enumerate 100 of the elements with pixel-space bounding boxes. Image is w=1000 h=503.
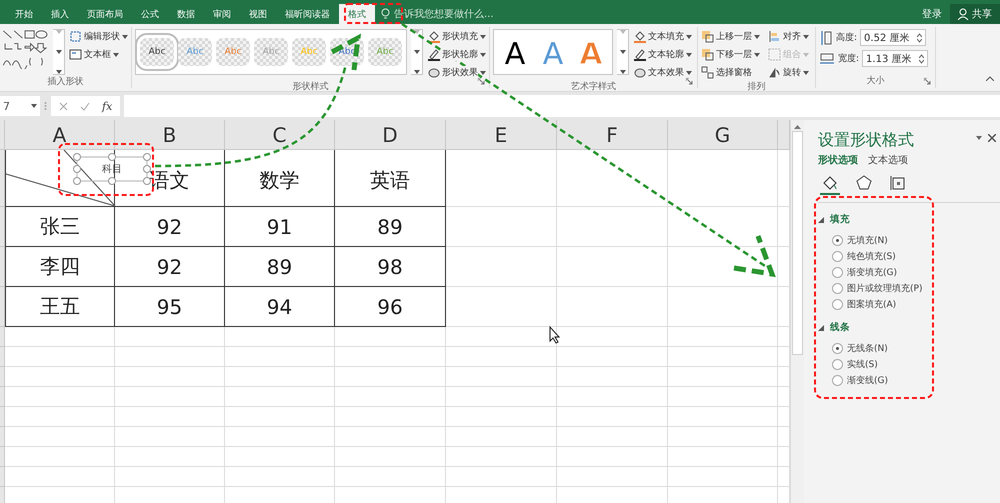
empty-cell[interactable]: [115, 347, 225, 367]
empty-cell[interactable]: [557, 407, 668, 427]
empty-cell[interactable]: [446, 287, 557, 327]
pane-tab[interactable]: 形状选项: [818, 153, 858, 167]
dialog-launcher-icon[interactable]: [686, 78, 693, 85]
spinner-icon[interactable]: [917, 32, 922, 42]
column-header[interactable]: A: [5, 120, 115, 150]
ribbon-button[interactable]: 对齐: [768, 29, 809, 44]
column-header[interactable]: B: [115, 120, 225, 150]
empty-cell[interactable]: [225, 467, 335, 487]
scroll-up-icon[interactable]: [794, 124, 801, 129]
empty-cell[interactable]: [446, 150, 557, 207]
empty-cell[interactable]: [115, 427, 225, 447]
ribbon-tab[interactable]: 页面布局: [78, 4, 132, 24]
empty-cell[interactable]: [668, 247, 778, 287]
row-header[interactable]: [0, 427, 5, 447]
column-header[interactable]: D: [335, 120, 446, 150]
empty-cell[interactable]: [115, 387, 225, 407]
empty-cell[interactable]: [335, 407, 446, 427]
pane-tab[interactable]: 文本选项: [868, 153, 908, 167]
empty-cell[interactable]: [668, 387, 778, 407]
radio-button[interactable]: [832, 235, 843, 246]
ribbon-button[interactable]: 形状轮廓: [427, 47, 486, 62]
radio-button[interactable]: [832, 267, 843, 278]
empty-cell[interactable]: [446, 467, 557, 487]
empty-cell[interactable]: [115, 327, 225, 347]
empty-cell[interactable]: [335, 447, 446, 467]
empty-cell[interactable]: [225, 387, 335, 407]
formula-input[interactable]: [124, 95, 1000, 117]
empty-cell[interactable]: [668, 287, 778, 327]
empty-cell[interactable]: [225, 347, 335, 367]
empty-cell[interactable]: [557, 387, 668, 407]
collapse-icon[interactable]: [818, 324, 824, 330]
ribbon-tab[interactable]: 插入: [42, 4, 78, 24]
empty-cell[interactable]: [115, 367, 225, 387]
empty-cell[interactable]: [557, 467, 668, 487]
empty-cell[interactable]: [557, 427, 668, 447]
empty-cell[interactable]: [446, 247, 557, 287]
empty-cell[interactable]: [446, 387, 557, 407]
ribbon-button[interactable]: 文本框: [69, 47, 128, 62]
ribbon-button[interactable]: 选择窗格: [701, 65, 760, 80]
empty-cell[interactable]: [446, 367, 557, 387]
collapse-icon[interactable]: [818, 216, 824, 222]
radio-button[interactable]: [832, 283, 843, 294]
cancel-icon[interactable]: [59, 102, 68, 110]
check-icon[interactable]: [80, 102, 90, 110]
ribbon-button[interactable]: 形状填充: [427, 29, 486, 44]
shapes-gallery-drawing[interactable]: [3, 29, 49, 69]
empty-cell[interactable]: [668, 467, 778, 487]
row-header[interactable]: [0, 387, 5, 407]
column-header[interactable]: F: [557, 120, 668, 150]
empty-cell[interactable]: [446, 447, 557, 467]
column-header[interactable]: E: [446, 120, 557, 150]
ribbon-tab[interactable]: 开始: [6, 4, 42, 24]
empty-cell[interactable]: [557, 287, 668, 327]
row-header[interactable]: [0, 287, 5, 327]
radio-button[interactable]: [832, 343, 843, 354]
empty-cell[interactable]: [225, 427, 335, 447]
empty-cell[interactable]: [668, 347, 778, 367]
empty-cell[interactable]: [668, 427, 778, 447]
empty-cell[interactable]: [557, 347, 668, 367]
empty-cell[interactable]: [335, 387, 446, 407]
empty-cell[interactable]: [446, 207, 557, 247]
wordart-preset[interactable]: A: [498, 34, 532, 70]
empty-cell[interactable]: [446, 347, 557, 367]
ribbon-button[interactable]: 编辑形状: [69, 29, 128, 44]
row-header[interactable]: [0, 247, 5, 287]
empty-cell[interactable]: [335, 467, 446, 487]
row-header[interactable]: [0, 120, 5, 150]
dialog-launcher-icon[interactable]: [478, 78, 485, 85]
empty-cell[interactable]: [668, 407, 778, 427]
ribbon-button[interactable]: 文本效果: [633, 65, 692, 80]
radio-button[interactable]: [832, 299, 843, 310]
ribbon-tab[interactable]: 视图: [240, 4, 276, 24]
empty-cell[interactable]: [225, 367, 335, 387]
style-preset[interactable]: Abc: [140, 38, 174, 66]
share-button[interactable]: 共享: [950, 4, 1000, 24]
sign-in-link[interactable]: 登录: [914, 4, 950, 24]
ribbon-button[interactable]: 旋转: [768, 65, 809, 80]
row-header[interactable]: [0, 487, 5, 503]
radio-button[interactable]: [832, 359, 843, 370]
empty-cell[interactable]: [446, 427, 557, 447]
empty-cell[interactable]: [557, 367, 668, 387]
column-header[interactable]: G: [668, 120, 778, 150]
radio-button[interactable]: [832, 251, 843, 262]
empty-cell[interactable]: [115, 467, 225, 487]
ribbon-tab[interactable]: 福昕阅读器: [276, 4, 339, 24]
empty-cell[interactable]: [557, 150, 668, 207]
empty-cell[interactable]: [668, 367, 778, 387]
dialog-launcher-icon[interactable]: [924, 78, 931, 85]
ribbon-button[interactable]: 文本轮廓: [633, 47, 692, 62]
empty-cell[interactable]: [557, 207, 668, 247]
row-header[interactable]: [0, 407, 5, 427]
ribbon-tab[interactable]: 数据: [168, 4, 204, 24]
ribbon-button[interactable]: 形状效果: [427, 65, 486, 80]
empty-cell[interactable]: [335, 347, 446, 367]
row-header[interactable]: [0, 327, 5, 347]
row-header[interactable]: [0, 447, 5, 467]
ribbon-tab[interactable]: 公式: [132, 4, 168, 24]
empty-cell[interactable]: [335, 367, 446, 387]
